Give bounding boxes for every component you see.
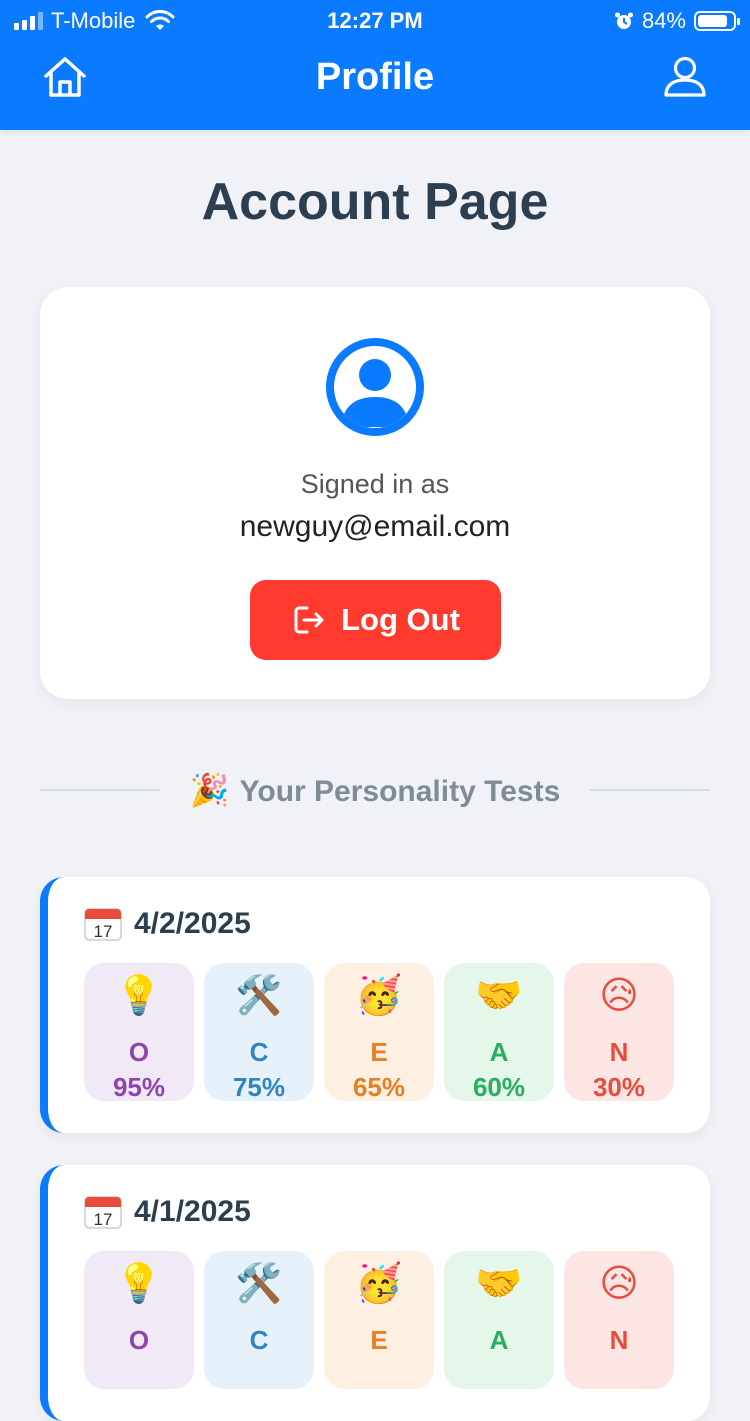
trait-emoji-icon: 😥	[599, 1263, 639, 1305]
section-divider: 🎉 Your Personality Tests	[40, 767, 710, 813]
party-popper-icon: 🎉	[189, 772, 230, 808]
battery-percent: 84%	[641, 8, 686, 33]
trait-value: 95%	[112, 1072, 166, 1102]
trait-badge: 😥 N	[564, 1251, 674, 1389]
svg-text:17: 17	[94, 1210, 113, 1229]
logout-label: Log Out	[341, 602, 460, 637]
trait-letter: N	[609, 1325, 629, 1355]
battery-fill	[698, 15, 727, 27]
test-card[interactable]: 17 4/1/2025 💡 O 🛠️ C 🥳 E 🤝 A 😥 N	[40, 1165, 710, 1421]
trait-badge: 💡 O 95%	[84, 963, 194, 1102]
account-email: newguy@email.com	[239, 510, 511, 543]
trait-letter: O	[128, 1037, 150, 1067]
trait-badge: 💡 O	[84, 1251, 194, 1389]
trait-badge: 🛠️ C	[204, 1251, 314, 1389]
test-date: 4/2/2025	[134, 907, 251, 940]
trait-emoji-icon: 💡	[115, 1263, 163, 1305]
trait-letter: A	[489, 1037, 509, 1067]
trait-emoji-icon: 🥳	[355, 975, 403, 1017]
trait-letter: C	[249, 1325, 269, 1355]
trait-badge: 😥 N 30%	[564, 963, 674, 1102]
trait-letter: O	[128, 1325, 150, 1355]
trait-value: 30%	[592, 1072, 646, 1102]
trait-badge: 🛠️ C 75%	[204, 963, 314, 1102]
trait-badge: 🥳 E 65%	[324, 963, 434, 1102]
test-date-row: 17 4/2/2025	[84, 907, 251, 941]
svg-text:17: 17	[94, 922, 113, 941]
trait-letter: C	[249, 1037, 269, 1067]
page-title: Account Page	[201, 173, 549, 231]
section-label: Your Personality Tests	[239, 775, 561, 808]
trait-badge: 🤝 A	[444, 1251, 554, 1389]
trait-emoji-icon: 🛠️	[235, 1263, 283, 1305]
trait-letter: N	[609, 1037, 629, 1067]
trait-letter: A	[489, 1325, 509, 1355]
trait-letter: E	[370, 1325, 388, 1355]
trait-row: 💡 O 95% 🛠️ C 75% 🥳 E 65% 🤝 A 60% 😥 N 30%	[84, 963, 674, 1102]
test-date-row: 17 4/1/2025	[84, 1195, 251, 1229]
status-bar: T-Mobile 12:27 PM 84%	[0, 0, 750, 40]
trait-value: 75%	[232, 1072, 286, 1102]
account-card: Signed in as newguy@email.com Log Out	[40, 287, 710, 699]
trait-badge: 🤝 A 60%	[444, 963, 554, 1102]
logout-button[interactable]: Log Out	[250, 580, 501, 660]
status-right: 84%	[614, 8, 740, 34]
section-title: 🎉 Your Personality Tests	[40, 771, 710, 809]
trait-emoji-icon: 🤝	[475, 1263, 523, 1305]
trait-value: 60%	[472, 1072, 526, 1102]
trait-emoji-icon: 🥳	[355, 1263, 403, 1305]
trait-letter: E	[370, 1037, 388, 1067]
trait-emoji-icon: 💡	[115, 975, 163, 1017]
signed-in-label: Signed in as	[300, 469, 450, 499]
alarm-icon	[614, 12, 633, 29]
nav-bar: Profile	[0, 40, 750, 130]
calendar-icon: 17	[84, 1196, 122, 1229]
user-icon[interactable]	[660, 52, 710, 102]
test-date: 4/1/2025	[134, 1195, 251, 1228]
trait-value: 65%	[352, 1072, 406, 1102]
battery-icon	[694, 11, 740, 31]
test-card[interactable]: 17 4/2/2025 💡 O 95% 🛠️ C 75% 🥳 E 65% 🤝 A 60% 😥 N 30%	[40, 877, 710, 1133]
calendar-icon: 17	[84, 908, 122, 941]
avatar-icon	[326, 338, 424, 436]
trait-badge: 🥳 E	[324, 1251, 434, 1389]
logout-icon	[294, 606, 324, 634]
trait-row: 💡 O 🛠️ C 🥳 E 🤝 A 😥 N	[84, 1251, 674, 1389]
trait-emoji-icon: 🤝	[475, 975, 523, 1017]
trait-emoji-icon: 😥	[599, 975, 639, 1017]
trait-emoji-icon: 🛠️	[235, 975, 283, 1017]
nav-title: Profile	[315, 56, 435, 98]
